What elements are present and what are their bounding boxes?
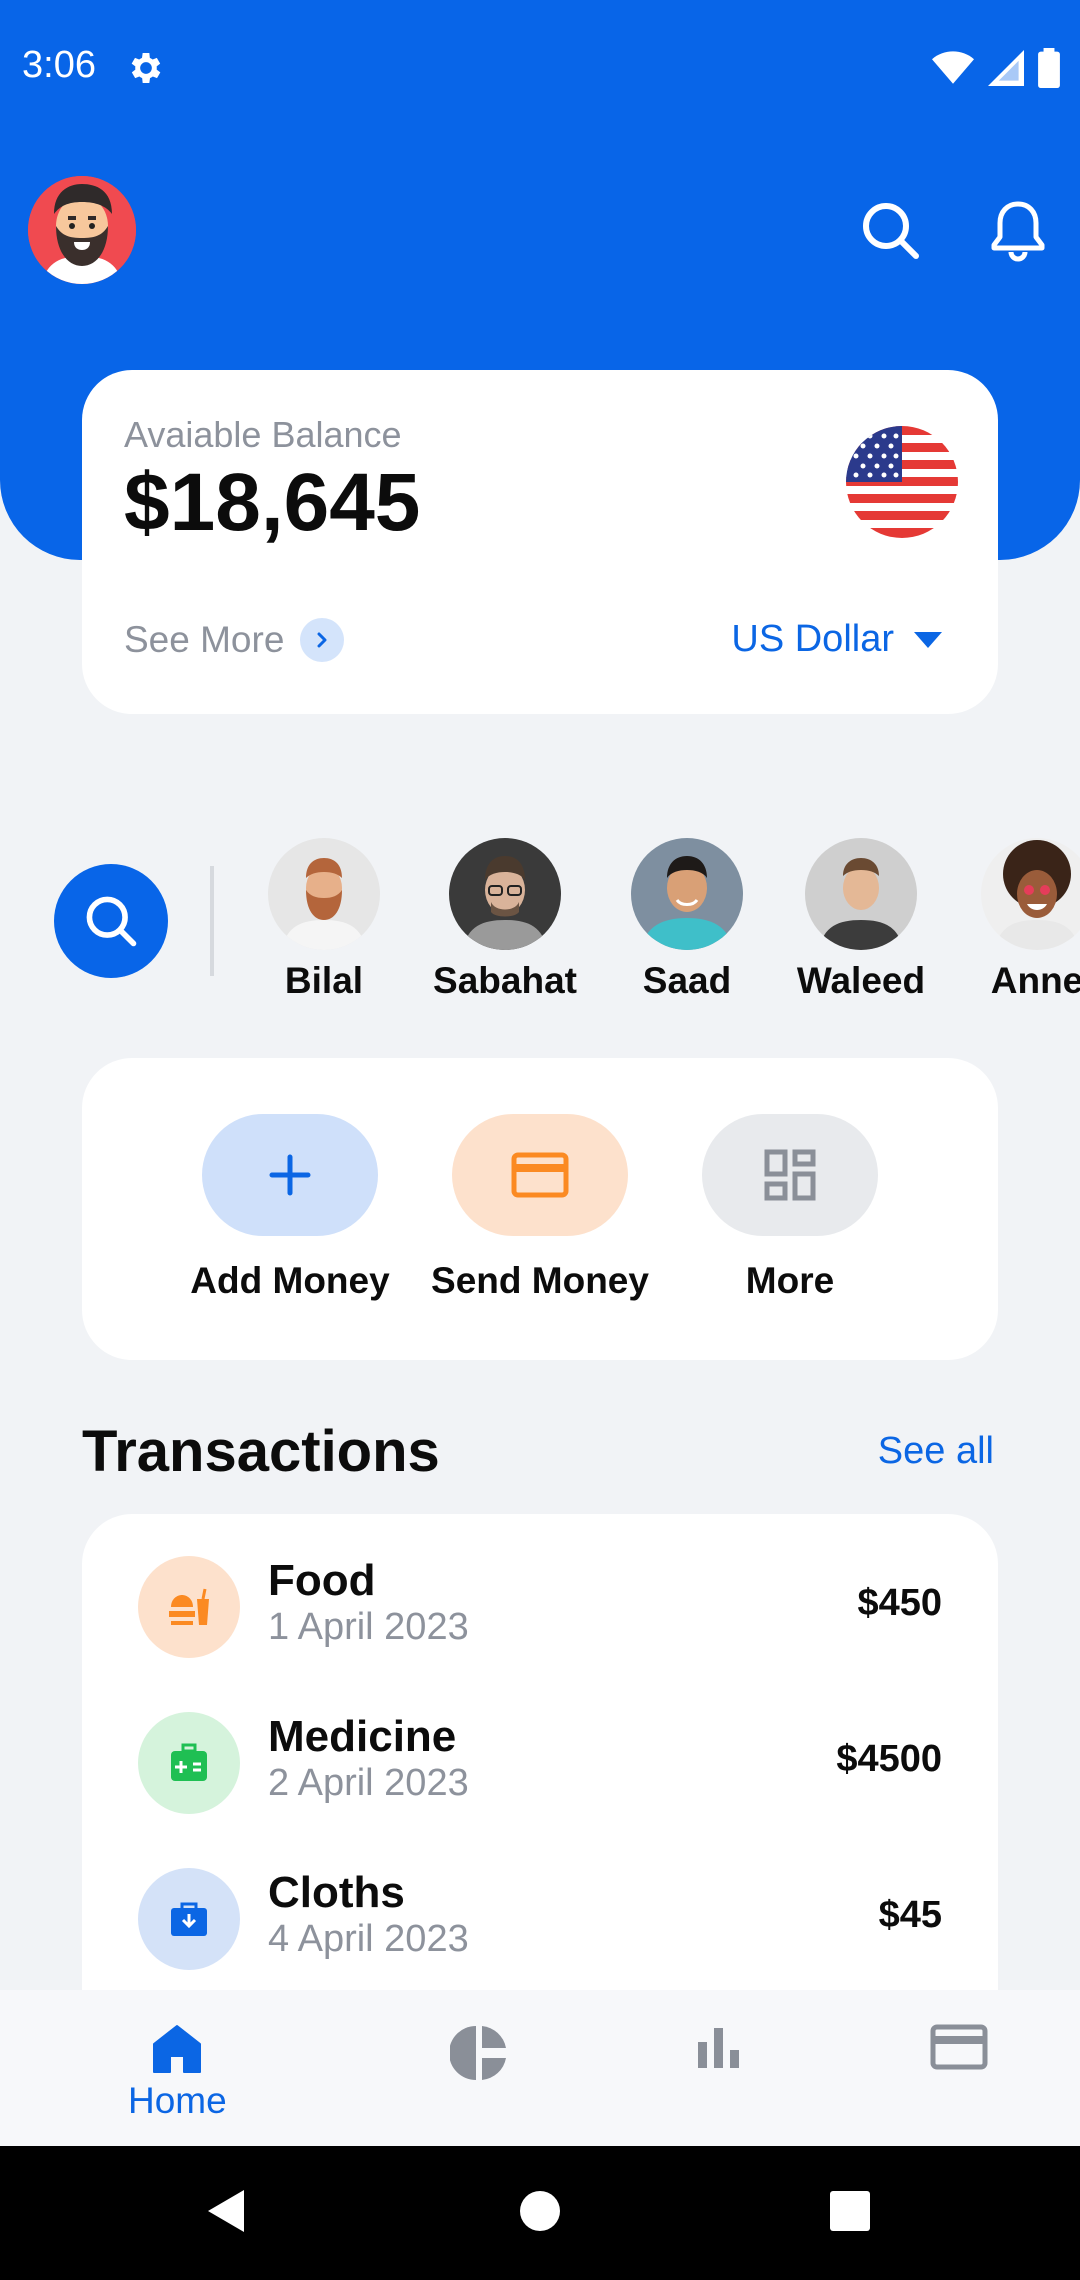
- nav-home[interactable]: Home: [128, 2024, 227, 2122]
- see-all-link[interactable]: See all: [878, 1430, 994, 1473]
- transactions-list: Food 1 April 2023 $450 Medicine 2 April …: [82, 1514, 998, 2034]
- shopping-bag-icon: [138, 1868, 240, 1970]
- search-icon: [86, 896, 137, 947]
- add-money-pill: [202, 1114, 378, 1236]
- currency-dropdown[interactable]: US Dollar: [731, 618, 942, 661]
- transaction-name: Medicine: [268, 1712, 457, 1761]
- contact-photo: [268, 838, 380, 950]
- transaction-date: 2 April 2023: [268, 1762, 469, 1804]
- transaction-row[interactable]: Food 1 April 2023 $450: [82, 1556, 998, 1676]
- transaction-name: Cloths: [268, 1868, 405, 1917]
- bearded-man-avatar-icon: [28, 176, 136, 284]
- send-money-label: Send Money: [431, 1260, 649, 1301]
- balance-card: Avaiable Balance $18,645 See More US Dol…: [82, 370, 998, 714]
- pie-chart-icon: [450, 2026, 506, 2080]
- contact-photo: [805, 838, 917, 950]
- contact-name: Saad: [642, 960, 732, 1001]
- nav-home-label: Home: [128, 2080, 227, 2121]
- medicine-icon: [138, 1712, 240, 1814]
- send-money-pill: [452, 1114, 628, 1236]
- contact-saad[interactable]: Saad: [602, 838, 772, 1002]
- more-pill: [702, 1114, 878, 1236]
- transaction-date: 1 April 2023: [268, 1606, 469, 1648]
- contact-photo: [981, 838, 1080, 950]
- actions-card: Add Money Send Money More: [82, 1058, 998, 1360]
- bell-icon[interactable]: [986, 198, 1050, 262]
- nav-analytics[interactable]: [450, 2024, 508, 2082]
- quick-contacts: Bilal Sabahat Saad Waleed Anne: [0, 830, 1080, 1010]
- card-icon: [930, 2024, 988, 2070]
- transaction-amount: $4500: [836, 1738, 942, 1780]
- contact-bilal[interactable]: Bilal: [239, 838, 409, 1002]
- send-money-button[interactable]: Send Money: [420, 1114, 660, 1302]
- transactions-title: Transactions: [82, 1419, 440, 1484]
- battery-icon: [1038, 48, 1060, 88]
- chevron-down-icon: [914, 631, 942, 648]
- home-icon: [153, 2025, 202, 2073]
- balance-label: Avaiable Balance: [124, 414, 402, 455]
- food-icon: [138, 1556, 240, 1658]
- add-money-button[interactable]: Add Money: [170, 1114, 410, 1302]
- grid-icon: [764, 1149, 816, 1201]
- avatar[interactable]: [28, 176, 136, 284]
- bar-chart-icon: [698, 2028, 739, 2068]
- contacts-divider: [210, 866, 214, 976]
- contact-waleed[interactable]: Waleed: [776, 838, 946, 1002]
- add-money-label: Add Money: [190, 1260, 390, 1301]
- contact-search-button[interactable]: [54, 864, 168, 978]
- search-icon[interactable]: [858, 198, 922, 262]
- transaction-name: Food: [268, 1556, 376, 1605]
- contact-name: Bilal: [284, 960, 364, 1001]
- recents-icon[interactable]: [828, 2186, 872, 2236]
- back-icon[interactable]: [204, 2186, 248, 2236]
- see-more-button[interactable]: See More: [124, 618, 345, 662]
- transaction-amount: $45: [878, 1894, 942, 1936]
- wifi-icon: [932, 51, 974, 84]
- contact-photo: [449, 838, 561, 950]
- see-more-label: See More: [124, 619, 285, 660]
- more-label: More: [745, 1260, 835, 1301]
- home-circle-icon[interactable]: [518, 2186, 562, 2236]
- card-icon: [511, 1152, 569, 1198]
- chevron-right-icon: [300, 618, 345, 662]
- contact-sabahat[interactable]: Sabahat: [420, 838, 590, 1002]
- status-indicators: [932, 48, 1060, 88]
- transaction-amount: $450: [857, 1582, 942, 1624]
- nav-stats[interactable]: [696, 2024, 742, 2070]
- contact-name: Waleed: [796, 960, 926, 1001]
- transaction-date: 4 April 2023: [268, 1918, 469, 1960]
- status-bar: 3:06: [0, 0, 1080, 136]
- contact-photo: [631, 838, 743, 950]
- signal-icon: [988, 50, 1024, 86]
- system-navigation: [0, 2146, 1080, 2280]
- balance-amount: $18,645: [124, 457, 421, 548]
- status-time: 3:06: [22, 44, 96, 86]
- contact-name: Anne: [990, 960, 1080, 1001]
- bottom-navigation: Home: [0, 1990, 1080, 2146]
- more-button[interactable]: More: [670, 1114, 910, 1302]
- currency-label: US Dollar: [731, 618, 894, 660]
- us-flag-icon: [846, 426, 958, 538]
- transaction-row[interactable]: Medicine 2 April 2023 $4500: [82, 1712, 998, 1832]
- settings-gear-icon: [131, 53, 161, 83]
- contact-anne[interactable]: Anne: [952, 838, 1080, 1002]
- nav-cards[interactable]: [930, 2024, 988, 2070]
- transaction-row[interactable]: Cloths 4 April 2023 $45: [82, 1868, 998, 1988]
- contact-name: Sabahat: [433, 960, 577, 1001]
- plus-icon: [269, 1154, 311, 1196]
